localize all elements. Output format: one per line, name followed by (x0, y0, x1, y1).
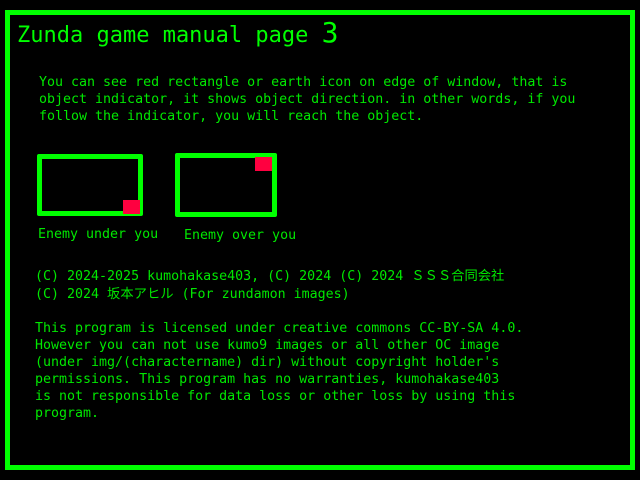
example-window-under (37, 154, 143, 216)
license-line: (under img/(charactername) dir) without … (35, 355, 500, 370)
license-line: program. (35, 406, 100, 421)
label-enemy-over: Enemy over you (184, 228, 297, 243)
license-line: is not responsible for data loss or othe… (35, 389, 516, 404)
copyright-line: (C) 2024-2025 kumohakase403, (C) 2024 (C… (35, 269, 505, 284)
page-title: Zunda game manual page 3 (17, 18, 339, 51)
intro-paragraph: You can see red rectangle or earth icon … (39, 74, 575, 125)
title-text: Zunda game manual page (17, 23, 309, 48)
copyright-line: (C) 2024 坂本アヒル (For zundamon images) (35, 287, 350, 302)
example-window-over (175, 153, 277, 217)
label-enemy-under: Enemy under you (38, 227, 159, 242)
license-line: permissions. This program has no warrant… (35, 372, 500, 387)
license-line: This program is licensed under creative … (35, 321, 524, 336)
page-number: 3 (321, 16, 339, 49)
indicator-bottom-right (123, 200, 140, 214)
intro-line: object indicator, it shows object direct… (39, 92, 576, 107)
license-block: This program is licensed under creative … (35, 320, 523, 422)
intro-line: follow the indicator, you will reach the… (39, 109, 424, 124)
indicator-top-right (255, 157, 272, 171)
intro-line: You can see red rectangle or earth icon … (39, 75, 568, 90)
license-line: However you can not use kumo9 images or … (35, 338, 500, 353)
copyright-block: (C) 2024-2025 kumohakase403, (C) 2024 (C… (35, 268, 504, 304)
